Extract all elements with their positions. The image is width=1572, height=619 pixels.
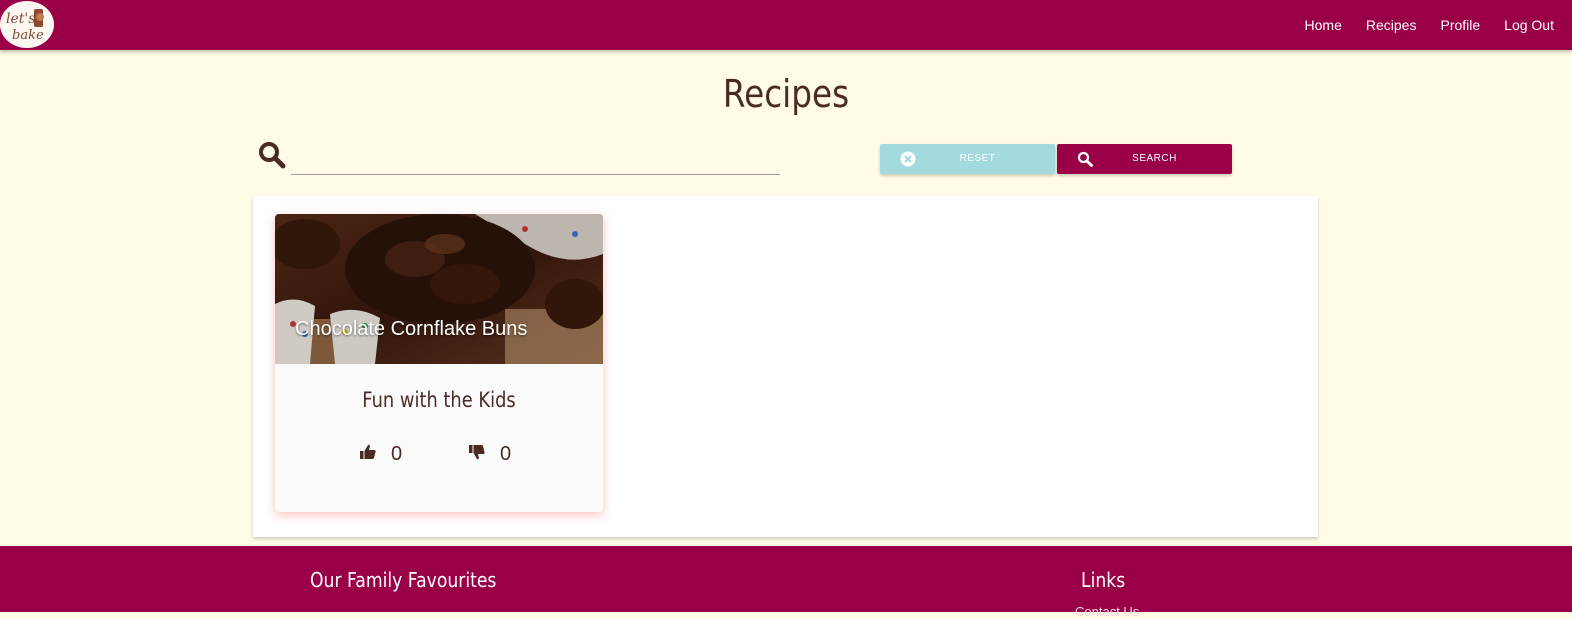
nav-profile-link[interactable]: Profile (1428, 17, 1492, 33)
footer-favourites-title: Our Family Favourites (310, 568, 497, 592)
reset-button[interactable]: RESET (880, 144, 1055, 174)
thumbs-down-icon (468, 443, 486, 466)
nav-home-link[interactable]: Home (1293, 17, 1354, 33)
dislike-button[interactable]: 0 (468, 442, 511, 466)
like-count: 0 (391, 442, 403, 465)
search-button-label: SEARCH (1132, 153, 1177, 164)
recipe-title: Chocolate Cornflake Buns (295, 318, 528, 340)
svg-text:bake: bake (12, 28, 44, 43)
like-button[interactable]: 0 (359, 442, 402, 466)
recipe-image[interactable]: Chocolate Cornflake Buns (275, 214, 603, 364)
site-logo[interactable]: let's bake (0, 1, 54, 48)
search-input[interactable] (291, 144, 780, 175)
footer: Our Family Favourites Links Contact Us (0, 546, 1572, 619)
page-title: Recipes (722, 72, 850, 116)
logo-image: let's bake (6, 9, 44, 43)
top-navbar: let's bake Home Recipes Profile Log Out (0, 0, 1572, 50)
recipe-card[interactable]: Chocolate Cornflake Buns Fun with the Ki… (275, 214, 603, 512)
recipe-category: Fun with the Kids (362, 388, 516, 412)
nav-logout-link[interactable]: Log Out (1492, 17, 1566, 33)
search-button[interactable]: SEARCH (1057, 144, 1232, 174)
nav-recipes-link[interactable]: Recipes (1354, 17, 1429, 33)
thumbs-up-icon (359, 443, 377, 466)
footer-links-title: Links (1081, 568, 1126, 592)
svg-text:let's: let's (6, 11, 35, 27)
nav-links: Home Recipes Profile Log Out (1293, 0, 1566, 50)
search-icon (258, 140, 286, 170)
reset-button-label: RESET (959, 153, 996, 164)
dislike-count: 0 (500, 442, 512, 465)
